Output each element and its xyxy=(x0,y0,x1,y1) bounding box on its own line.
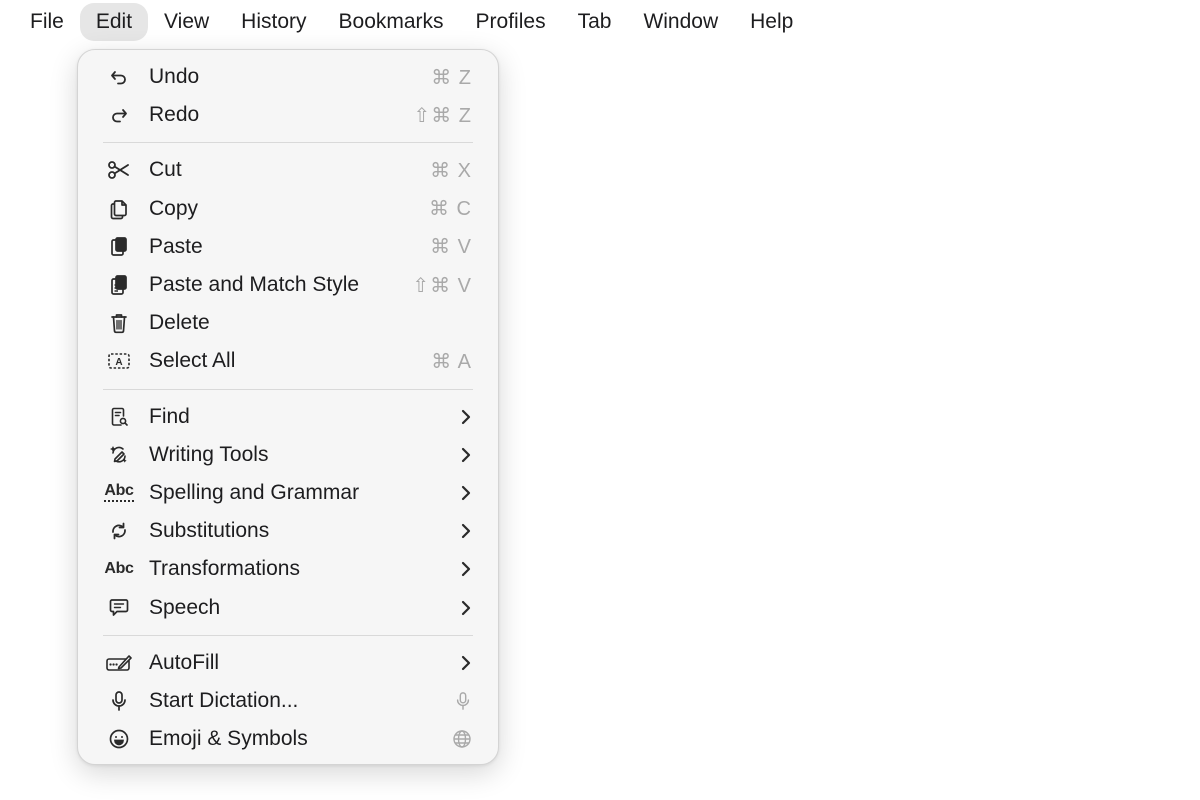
menubar-file[interactable]: File xyxy=(14,3,80,41)
chevron-right-icon xyxy=(460,408,472,426)
paste-icon xyxy=(102,235,136,259)
menubar-tab[interactable]: Tab xyxy=(562,3,628,41)
shortcut-paste-match-style: ⇧⌘ V xyxy=(412,274,472,297)
menu-item-paste[interactable]: Paste ⌘ V xyxy=(78,228,498,266)
smiley-icon xyxy=(102,727,136,751)
menu-bar: File Edit View History Bookmarks Profile… xyxy=(0,0,1200,44)
chevron-right-icon xyxy=(460,560,472,578)
menubar-window[interactable]: Window xyxy=(627,3,734,41)
menu-item-start-dictation[interactable]: Start Dictation... xyxy=(78,682,498,720)
menu-separator xyxy=(103,634,473,636)
menubar-history[interactable]: History xyxy=(225,3,322,41)
menu-item-label: Copy xyxy=(149,196,199,220)
menu-item-label: Cut xyxy=(149,158,182,182)
speech-bubble-icon xyxy=(102,596,136,620)
shortcut-copy: ⌘ C xyxy=(429,198,472,221)
menu-item-label: Speech xyxy=(149,595,221,619)
menu-item-label: Paste and Match Style xyxy=(149,273,360,297)
chevron-right-icon xyxy=(460,599,472,617)
menu-item-redo[interactable]: Redo ⇧⌘ Z xyxy=(78,96,498,134)
find-icon xyxy=(102,405,136,429)
spelling-abc-icon: Abc xyxy=(102,481,136,505)
substitutions-icon xyxy=(102,519,136,543)
menu-item-label: Start Dictation... xyxy=(149,688,299,712)
shortcut-select-all: ⌘ A xyxy=(431,350,472,373)
menu-item-writing-tools[interactable]: Writing Tools xyxy=(78,436,498,474)
menu-item-label: Find xyxy=(149,404,190,428)
trash-icon xyxy=(102,311,136,335)
menu-item-label: Transformations xyxy=(149,557,300,581)
menu-item-emoji-symbols[interactable]: Emoji & Symbols xyxy=(78,720,498,758)
menu-item-cut[interactable]: Cut ⌘ X xyxy=(78,151,498,189)
menu-item-label: Delete xyxy=(149,311,210,335)
menubar-help[interactable]: Help xyxy=(734,3,809,41)
menu-item-substitutions[interactable]: Substitutions xyxy=(78,512,498,550)
microphone-icon xyxy=(102,689,136,713)
menu-item-transformations[interactable]: Abc Transformations xyxy=(78,550,498,588)
autofill-icon xyxy=(102,651,136,675)
transformations-abc-icon: Abc xyxy=(104,560,134,578)
menubar-view[interactable]: View xyxy=(148,3,225,41)
globe-icon xyxy=(452,729,472,749)
chevron-right-icon xyxy=(460,446,472,464)
menu-separator xyxy=(103,142,473,144)
shortcut-paste: ⌘ V xyxy=(430,236,472,259)
menu-item-delete[interactable]: Delete xyxy=(78,304,498,342)
menu-separator xyxy=(103,388,473,390)
redo-icon xyxy=(102,103,136,127)
menubar-profiles[interactable]: Profiles xyxy=(460,3,562,41)
scissors-icon xyxy=(102,158,136,182)
menu-item-label: Undo xyxy=(149,65,200,89)
chevron-right-icon xyxy=(460,522,472,540)
menu-item-label: AutoFill xyxy=(149,650,220,674)
svg-text:A: A xyxy=(115,357,122,368)
menu-item-label: Writing Tools xyxy=(149,442,269,466)
shortcut-cut: ⌘ X xyxy=(430,159,472,182)
writing-tools-icon xyxy=(102,443,136,467)
paste-match-icon xyxy=(102,273,136,297)
shortcut-undo: ⌘ Z xyxy=(431,66,472,89)
menu-item-speech[interactable]: Speech xyxy=(78,588,498,626)
select-all-icon: A xyxy=(102,349,136,373)
edit-menu: Undo ⌘ Z Redo ⇧⌘ Z Cut ⌘ X Copy ⌘ C Past… xyxy=(77,49,499,765)
menu-item-label: Spelling and Grammar xyxy=(149,480,360,504)
chevron-right-icon xyxy=(460,654,472,672)
menubar-bookmarks[interactable]: Bookmarks xyxy=(323,3,460,41)
menu-item-copy[interactable]: Copy ⌘ C xyxy=(78,190,498,228)
menu-item-label: Substitutions xyxy=(149,519,270,543)
menu-item-label: Redo xyxy=(149,103,200,127)
menu-item-select-all[interactable]: A Select All ⌘ A xyxy=(78,342,498,380)
menubar-edit[interactable]: Edit xyxy=(79,3,149,41)
menu-item-label: Paste xyxy=(149,234,203,258)
undo-icon xyxy=(102,65,136,89)
menu-item-paste-match-style[interactable]: Paste and Match Style ⇧⌘ V xyxy=(78,266,498,304)
menu-item-spelling-grammar[interactable]: Abc Spelling and Grammar xyxy=(78,474,498,512)
menu-item-label: Select All xyxy=(149,349,236,373)
chevron-right-icon xyxy=(460,484,472,502)
microphone-shortcut-icon xyxy=(454,690,472,712)
copy-icon xyxy=(102,197,136,221)
menu-item-label: Emoji & Symbols xyxy=(149,727,308,751)
shortcut-redo: ⇧⌘ Z xyxy=(413,104,472,127)
menu-item-autofill[interactable]: AutoFill xyxy=(78,644,498,682)
menu-item-undo[interactable]: Undo ⌘ Z xyxy=(78,58,498,96)
menu-item-find[interactable]: Find xyxy=(78,398,498,436)
